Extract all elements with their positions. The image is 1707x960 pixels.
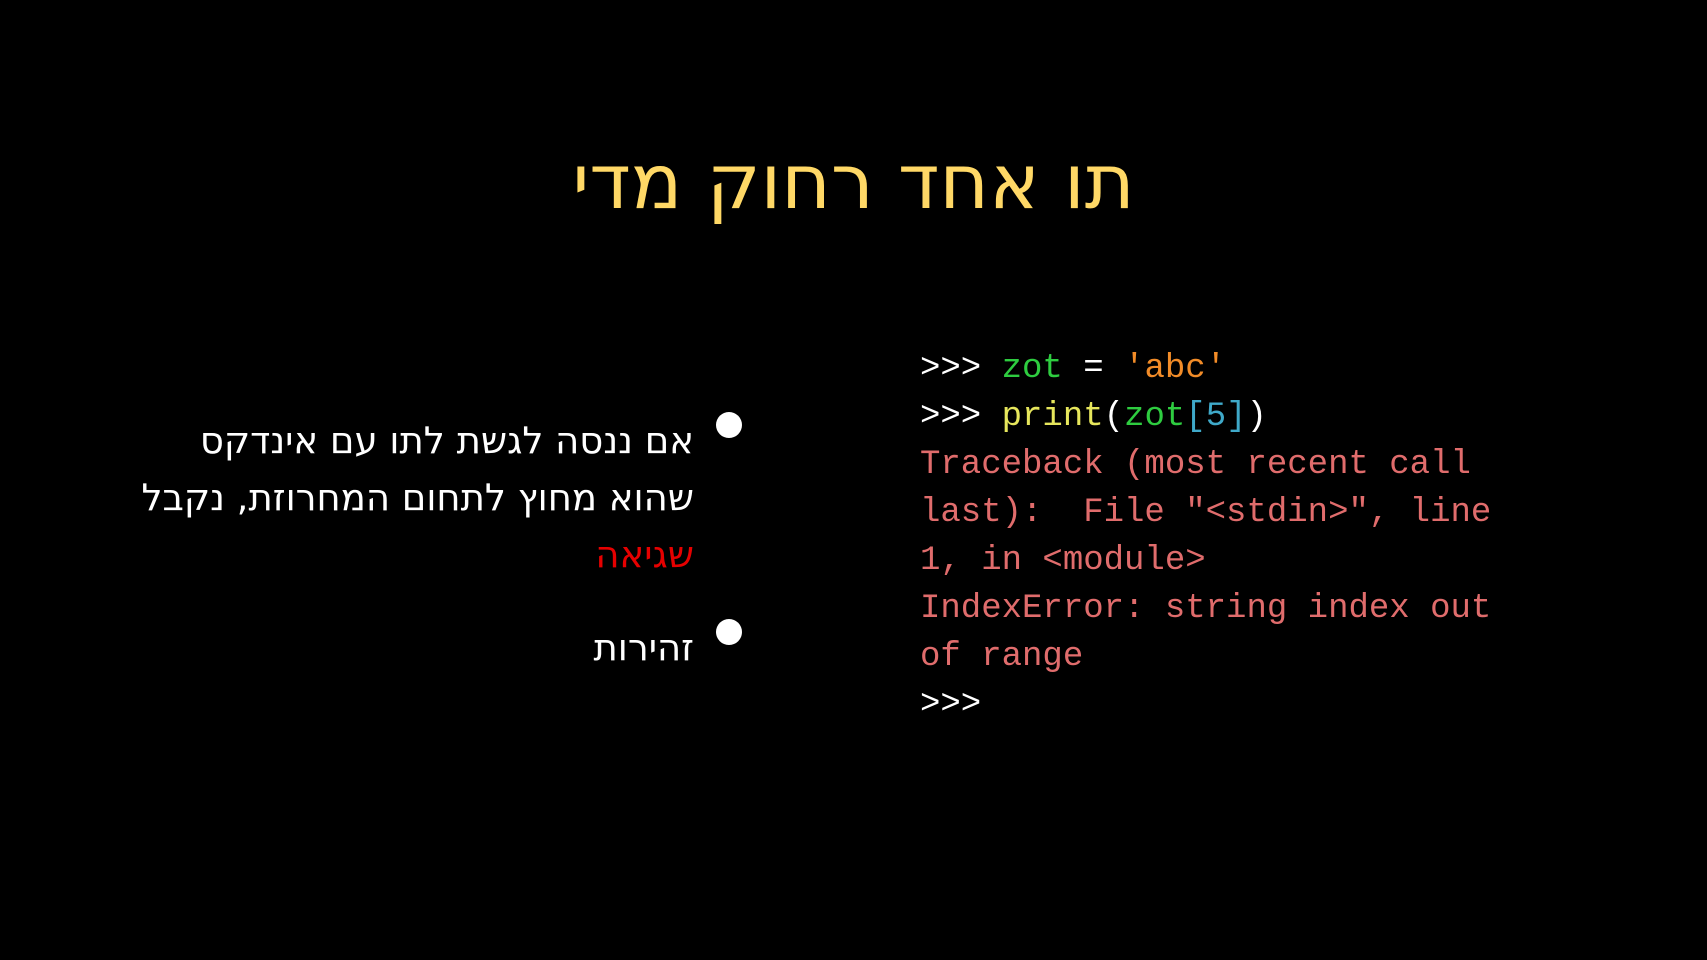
bullet-text: זהירות bbox=[593, 626, 694, 669]
bullet-dot-icon bbox=[716, 412, 742, 438]
slide: תו אחד רחוק מדי אם ננסה לגשת לתו עם אינד… bbox=[0, 0, 1707, 960]
code-line: IndexError: string index out bbox=[920, 585, 1680, 633]
bullet-dot-icon bbox=[716, 619, 742, 645]
bullet-item-caution: זהירות bbox=[140, 619, 760, 676]
bullet-text: אם ננסה לגשת לתו עם אינדקס שהוא מחוץ לתח… bbox=[141, 419, 694, 519]
code-token-prompt: >>> bbox=[920, 398, 1002, 436]
code-token-error: IndexError: string index out bbox=[920, 590, 1492, 628]
code-token-error: Traceback (most recent call bbox=[920, 446, 1471, 484]
code-line: last): File "<stdin>", line bbox=[920, 489, 1680, 537]
code-token-bracket: [ bbox=[1185, 398, 1206, 436]
bullet-highlight-error-word: שגיאה bbox=[595, 533, 694, 576]
code-token-bracket: ] bbox=[1226, 398, 1247, 436]
bullet-list: אם ננסה לגשת לתו עם אינדקס שהוא מחוץ לתח… bbox=[140, 412, 760, 712]
code-token-variable: zot bbox=[1001, 350, 1063, 388]
code-token-variable: zot bbox=[1124, 398, 1186, 436]
code-token-prompt: ) bbox=[1246, 398, 1267, 436]
code-token-prompt: ( bbox=[1103, 398, 1125, 436]
code-line: >>> print(zot[5]) bbox=[920, 393, 1680, 441]
code-token-error: of range bbox=[920, 638, 1084, 676]
python-console-code-block: >>> zot = 'abc' >>> print(zot[5]) Tracebac… bbox=[920, 345, 1680, 729]
code-line: >>> bbox=[920, 681, 1680, 729]
code-token-error: 1, in <module> bbox=[920, 542, 1206, 580]
slide-title: תו אחד רחוק מדי bbox=[572, 137, 1135, 226]
code-line: of range bbox=[920, 633, 1680, 681]
code-token-function: print bbox=[1001, 398, 1104, 436]
code-token-prompt: >>> bbox=[920, 350, 1002, 388]
code-token-prompt: >>> bbox=[920, 686, 982, 724]
code-token-number: 5 bbox=[1205, 398, 1227, 436]
code-line: >>> zot = 'abc' bbox=[920, 345, 1680, 393]
code-token-string: 'abc' bbox=[1124, 350, 1227, 388]
code-token-error: last): File "<stdin>", line bbox=[920, 494, 1492, 532]
code-token-prompt: = bbox=[1062, 350, 1125, 388]
bullet-item-index-error: אם ננסה לגשת לתו עם אינדקס שהוא מחוץ לתח… bbox=[140, 412, 760, 583]
code-line: Traceback (most recent call bbox=[920, 441, 1680, 489]
code-line: 1, in <module> bbox=[920, 537, 1680, 585]
